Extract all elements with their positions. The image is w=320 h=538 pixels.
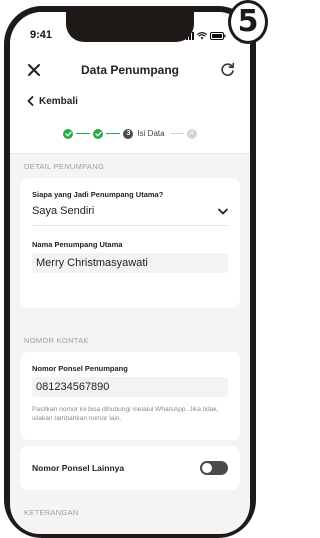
phone-value: 081234567890 — [36, 381, 110, 393]
section-header-passenger-detail: DETAIL PENUMPANG — [24, 161, 105, 171]
step-2-done-icon — [93, 128, 104, 139]
step-number-badge: 5 — [228, 0, 268, 44]
progress-stepper: 3 Isi Data 4 — [10, 114, 250, 154]
chevron-left-icon — [27, 96, 34, 106]
step-current: 3 — [123, 128, 134, 139]
section-header-contact: NOMOR KONTAK — [24, 335, 89, 345]
phone-helper-text: Pastikan nomor ini bisa dihubungi melalu… — [32, 406, 219, 422]
status-time: 9:41 — [30, 29, 53, 41]
other-phone-row: Nomor Ponsel Lainnya — [20, 446, 240, 490]
refresh-icon[interactable] — [219, 61, 236, 78]
nav-bar: Data Penumpang — [10, 52, 250, 88]
close-icon[interactable] — [26, 62, 42, 78]
contact-card: Nomor Ponsel Penumpang 081234567890 Past… — [20, 352, 240, 440]
main-passenger-question: Siapa yang Jadi Penumpang Utama? — [32, 190, 164, 199]
step-connector — [76, 132, 91, 135]
page-title: Data Penumpang — [80, 63, 179, 77]
main-passenger-name-value: Merry Christmasyawati — [36, 257, 148, 269]
other-phone-toggle[interactable] — [200, 461, 228, 475]
step-next: 4 — [186, 128, 197, 139]
main-passenger-select[interactable]: Saya Sendiri — [32, 205, 228, 217]
main-passenger-selected: Saya Sendiri — [32, 205, 95, 217]
toggle-knob — [202, 463, 212, 473]
phone-screen: 9:41 Data Penumpang Kembali 3 Isi Data 4… — [10, 12, 250, 534]
step-current-label: Isi Data — [137, 129, 165, 138]
back-button[interactable]: Kembali — [10, 88, 250, 114]
battery-icon — [210, 32, 226, 40]
phone-frame: 9:41 Data Penumpang Kembali 3 Isi Data 4… — [4, 6, 256, 538]
phone-notch — [66, 12, 194, 42]
other-phone-label: Nomor Ponsel Lainnya — [32, 463, 125, 473]
passenger-card: Siapa yang Jadi Penumpang Utama? Saya Se… — [20, 178, 240, 308]
step-number: 5 — [237, 4, 259, 39]
main-passenger-name-input[interactable]: Merry Christmasyawati — [32, 253, 228, 273]
chevron-down-icon — [218, 208, 228, 214]
step-connector — [106, 132, 121, 135]
main-passenger-name-label: Nama Penumpang Utama — [32, 240, 123, 249]
step-connector — [169, 132, 184, 135]
wifi-icon — [197, 32, 207, 40]
phone-label: Nomor Ponsel Penumpang — [32, 364, 128, 373]
divider — [32, 225, 228, 226]
phone-input[interactable]: 081234567890 — [32, 377, 228, 397]
back-label: Kembali — [39, 95, 78, 107]
section-header-notes: KETERANGAN — [24, 507, 79, 517]
step-1-done-icon — [63, 128, 74, 139]
